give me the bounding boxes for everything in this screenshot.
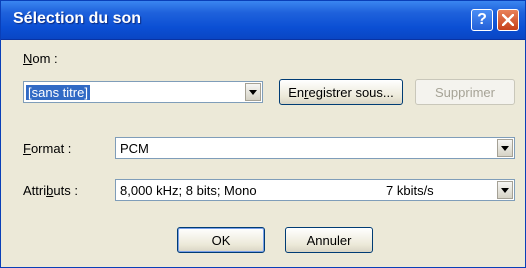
chevron-down-icon	[501, 145, 509, 151]
chevron-down-icon	[501, 187, 509, 193]
name-label: Nom :	[23, 51, 58, 66]
name-dropdown-button[interactable]	[245, 83, 261, 101]
title-bar[interactable]: Sélection du son ?	[1, 1, 525, 40]
sound-selection-dialog: Sélection du son ? Nom : [sans titre] En…	[0, 0, 526, 268]
name-value: [sans titre]	[26, 85, 90, 100]
window-title: Sélection du son	[13, 10, 142, 27]
help-icon: ?	[477, 11, 487, 28]
format-combobox[interactable]: PCM	[115, 137, 515, 159]
save-as-button[interactable]: En r egistrer sous...	[279, 79, 403, 105]
chevron-down-icon	[249, 89, 257, 95]
close-button[interactable]	[497, 9, 519, 31]
delete-button[interactable]: Supprimer	[415, 79, 515, 105]
attributes-dropdown-button[interactable]	[497, 181, 513, 199]
format-label: Format :	[23, 141, 72, 156]
name-combobox[interactable]: [sans titre]	[23, 81, 263, 103]
attributes-label: Attributs :	[23, 183, 78, 198]
format-dropdown-button[interactable]	[497, 139, 513, 157]
ok-button[interactable]: OK	[177, 227, 265, 253]
cancel-button[interactable]: Annuler	[285, 227, 373, 253]
attributes-rate: 7 kbits/s	[386, 183, 434, 198]
attributes-value: 8,000 kHz; 8 bits; Mono	[120, 183, 257, 198]
close-icon	[502, 14, 514, 26]
attributes-combobox[interactable]: 8,000 kHz; 8 bits; Mono 7 kbits/s	[115, 179, 515, 201]
format-value: PCM	[120, 141, 149, 156]
help-button[interactable]: ?	[471, 9, 493, 31]
